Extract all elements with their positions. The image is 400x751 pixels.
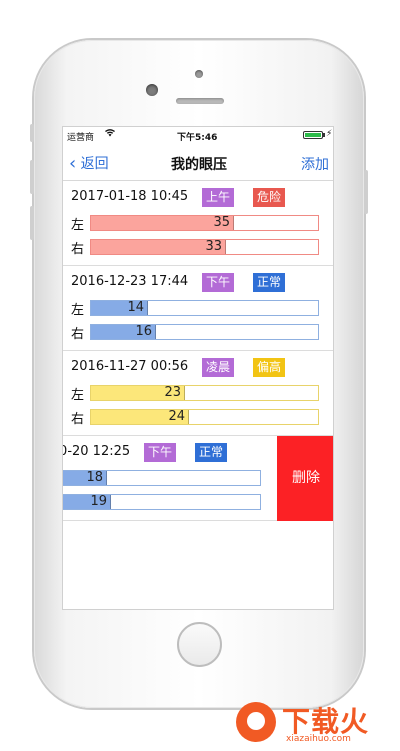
status-badge: 正常 (253, 273, 286, 292)
right-eye-label: 右 (71, 327, 85, 342)
carrier-label: 运营商 (67, 133, 95, 143)
left-eye-value: 18 (86, 470, 103, 485)
period-badge: 凌晨 (202, 358, 235, 377)
battery-tip (323, 133, 325, 137)
record-datetime: 2016-10-20 12:25 (63, 444, 131, 459)
mute-switch (30, 124, 34, 142)
left-eye-label: 左 (71, 388, 85, 403)
left-eye-value: 23 (164, 385, 181, 400)
page-title: 我的眼压 (171, 157, 227, 173)
left-eye-label: 左 (71, 218, 85, 233)
right-eye-value: 16 (135, 324, 152, 339)
right-eye-pressure-bar: 24 (90, 409, 319, 425)
power-button (364, 170, 368, 214)
right-eye-pressure-bar: 16 (90, 324, 319, 340)
wifi-icon (105, 129, 115, 140)
left-eye-pressure-bar: 23 (90, 385, 319, 401)
right-eye-value: 19 (90, 494, 107, 509)
status-badge: 偏高 (253, 358, 286, 377)
earpiece-speaker (176, 98, 224, 104)
record-datetime: 2017-01-18 10:45 (71, 189, 189, 204)
right-eye-label: 右 (71, 242, 85, 257)
add-button[interactable]: 添加 (301, 154, 329, 174)
volume-down-button (30, 206, 34, 240)
period-badge: 下午 (144, 443, 177, 462)
record-content: 2016-11-27 00:56 凌晨 偏高左 23 右 24 (63, 351, 333, 436)
left-eye-label: 左 (71, 303, 85, 318)
right-eye-value: 33 (205, 239, 222, 254)
status-time: 下午5:46 (177, 133, 218, 143)
left-eye-pressure-bar: 14 (90, 300, 319, 316)
navigation-bar: ‹ 返回 我的眼压 添加 (63, 143, 333, 181)
status-bar: 运营商 下午5:46 ⚡ (63, 127, 333, 143)
proximity-sensor (195, 70, 203, 78)
record-content: 2017-01-18 10:45 上午 危险左 35 右 33 (63, 181, 333, 266)
left-eye-value: 35 (213, 215, 230, 230)
record-list: 2017-01-18 10:45 上午 危险左 35 右 33 2016-12-23 17:… (63, 181, 333, 521)
home-button[interactable] (177, 622, 222, 667)
left-eye-pressure-bar: 18 (63, 470, 261, 486)
record-datetime: 2016-11-27 00:56 (71, 359, 189, 374)
right-eye-value: 24 (168, 409, 185, 424)
watermark-logo: 下载火 xiazaihuo.com (236, 700, 396, 746)
list-item[interactable]: 2016-12-23 17:44 下午 正常左 14 右 16 (63, 266, 333, 351)
app-screen: 运营商 下午5:46 ⚡ ‹ 返回 我的眼压 添加 2017-01-18 10:… (62, 126, 334, 610)
battery-icon (303, 131, 323, 139)
watermark-domain: xiazaihuo.com (286, 734, 351, 744)
period-badge: 下午 (202, 273, 235, 292)
delete-button[interactable]: 删除 (277, 436, 333, 521)
status-badge: 危险 (253, 188, 286, 207)
status-badge: 正常 (195, 443, 228, 462)
left-eye-value: 14 (127, 300, 144, 315)
list-item[interactable]: 2016-11-27 00:56 凌晨 偏高左 23 右 24 (63, 351, 333, 436)
flame-icon (236, 702, 276, 742)
list-item[interactable]: 2017-01-18 10:45 上午 危险左 35 右 33 (63, 181, 333, 266)
left-eye-pressure-bar: 35 (90, 215, 319, 231)
right-eye-pressure-bar: 19 (63, 494, 261, 510)
list-item[interactable]: 2016-10-20 12:25下午正常左18右19删除 (63, 436, 333, 521)
right-eye-pressure-bar: 33 (90, 239, 319, 255)
front-camera (146, 84, 158, 96)
record-datetime: 2016-12-23 17:44 (71, 274, 189, 289)
volume-up-button (30, 160, 34, 194)
record-content: 2016-12-23 17:44 下午 正常左 14 右 16 (63, 266, 333, 351)
record-content: 2016-10-20 12:25下午正常左18右19 (63, 436, 277, 521)
period-badge: 上午 (202, 188, 235, 207)
right-eye-label: 右 (71, 412, 85, 427)
charging-icon: ⚡ (326, 129, 333, 139)
